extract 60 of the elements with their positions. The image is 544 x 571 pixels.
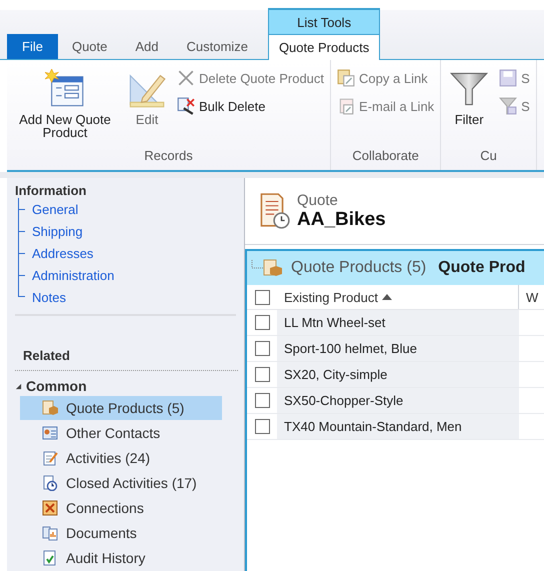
clock-page-icon	[42, 475, 58, 492]
contact-card-icon	[42, 425, 58, 442]
row-checkbox[interactable]	[254, 315, 270, 330]
nav-item[interactable]: Connections	[20, 496, 222, 520]
ribbon-tab[interactable]: Quote Products	[268, 34, 380, 60]
select-all-checkbox[interactable]	[254, 290, 270, 304]
nav-link[interactable]: Addresses	[32, 246, 94, 261]
ribbon-tab[interactable]: Add	[121, 34, 173, 59]
group-label: Collaborate	[351, 148, 420, 165]
table-cell: SX50-Chopper-Style	[277, 388, 519, 413]
table-cell: TX40 Mountain-Standard, Men	[277, 414, 519, 439]
add-form-icon	[45, 69, 85, 109]
nav-item[interactable]: Other Contacts	[20, 421, 222, 446]
checklist-icon	[42, 550, 58, 566]
nav-link[interactable]: General	[32, 202, 78, 217]
clipboard-link-icon	[337, 69, 356, 87]
package-icon	[42, 400, 58, 416]
close-icon	[177, 69, 195, 87]
record-type: Quote	[297, 192, 339, 208]
floppy-filter-icon	[499, 97, 518, 115]
row-checkbox[interactable]	[254, 341, 270, 356]
expand-icon	[15, 382, 22, 390]
column-header[interactable]: W	[519, 285, 538, 309]
nav-link[interactable]: Administration	[32, 268, 114, 283]
nav-link[interactable]: Notes	[32, 290, 66, 305]
column-header[interactable]: Existing Product	[277, 285, 519, 309]
ribbon-tab[interactable]: File	[7, 34, 58, 59]
ribbon-button[interactable]: Bulk Delete	[175, 95, 326, 117]
context-label: List Tools	[268, 8, 380, 34]
add-button[interactable]: Add New Quote Product	[11, 65, 119, 143]
row-checkbox[interactable]	[254, 367, 270, 382]
ribbon-tab[interactable]: Quote	[58, 34, 122, 59]
view-selector[interactable]: Quote Prod	[432, 259, 526, 277]
nav-item[interactable]: Documents	[20, 521, 222, 546]
sort-icon	[382, 294, 392, 300]
nav-item[interactable]: Audit History	[20, 546, 222, 570]
nav-item[interactable]: Activities (24)	[20, 446, 222, 470]
documents-icon	[42, 525, 58, 542]
package-icon	[251, 259, 285, 277]
table-cell: SX20, City-simple	[277, 362, 519, 387]
record-title: AA_Bikes	[297, 208, 386, 230]
nav-link[interactable]: Shipping	[32, 224, 83, 239]
table-cell: LL Mtn Wheel-set	[277, 310, 519, 335]
table-cell: Sport-100 helmet, Blue	[277, 336, 519, 361]
group-label: Cu	[479, 148, 498, 165]
section-title: Related	[23, 348, 71, 364]
nav-item[interactable]: Closed Activities (17)	[20, 471, 222, 496]
subgrid-title: Quote Products (5)	[291, 259, 426, 277]
notepad-icon	[42, 450, 58, 466]
mail-link-icon	[337, 97, 356, 115]
section-title: Information	[15, 183, 88, 198]
section-toggle[interactable]: Common	[15, 376, 87, 396]
row-checkbox[interactable]	[254, 393, 270, 408]
bulk-delete-icon	[177, 97, 195, 115]
floppy-icon	[499, 69, 518, 87]
add-button[interactable]: Filter	[445, 65, 494, 130]
row-checkbox[interactable]	[254, 419, 270, 434]
group-label: Records	[143, 148, 194, 165]
nav-item[interactable]: Quote Products (5)	[20, 396, 222, 420]
ribbon-tab[interactable]: Customize	[172, 34, 262, 59]
